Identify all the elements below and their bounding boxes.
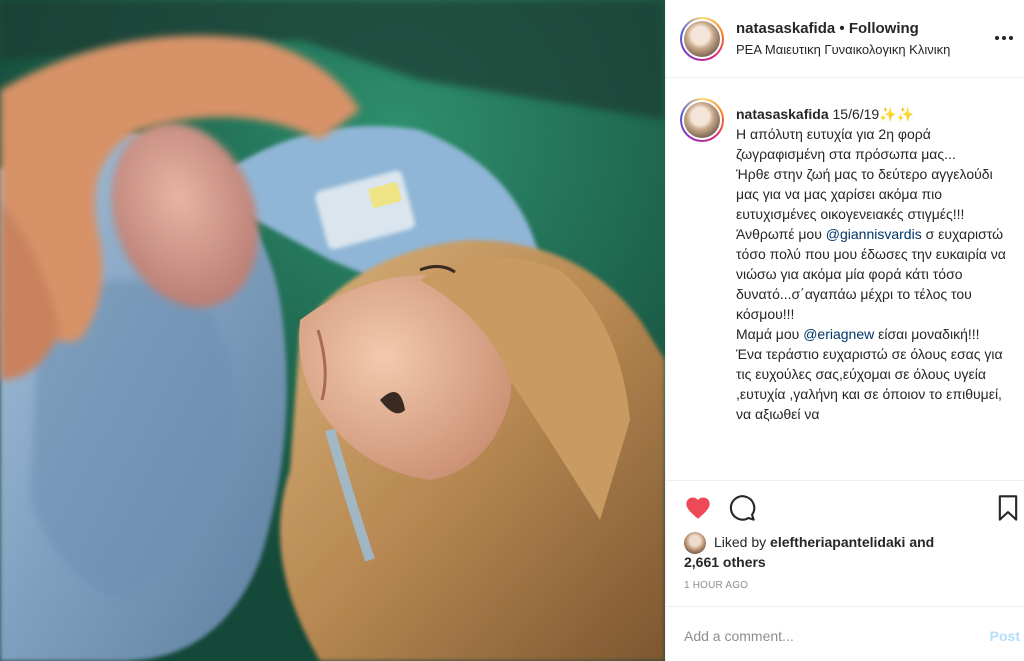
likes-prefix: Liked by [714,534,771,550]
liker-avatar[interactable] [684,532,706,554]
post-side-panel: natasaskafida • Following ΡΕΑ Μαιευτικη … [666,0,1024,661]
mention-link[interactable]: @giannisvardis [826,226,922,242]
follow-status-button[interactable]: Following [849,20,919,37]
mention-link[interactable]: @eriagnew [803,326,874,342]
author-avatar[interactable] [680,17,724,61]
action-bar [666,480,1024,530]
header-separator: • [835,20,849,37]
post-photo[interactable] [0,0,665,661]
header-username-line: natasaskafida • Following [736,20,919,37]
photo-illustration [0,0,665,661]
author-username[interactable]: natasaskafida [736,20,835,37]
comment-box: Post [666,606,1024,661]
post-timestamp[interactable]: 1 hour ago [684,580,748,591]
more-options-icon[interactable] [992,30,1016,46]
liker-username[interactable]: eleftheriapantelidaki [770,534,905,550]
post-header: natasaskafida • Following ΡΕΑ Μαιευτικη … [666,0,1024,78]
bookmark-icon[interactable] [994,494,1022,522]
post-location[interactable]: ΡΕΑ Μαιευτικη Γυναικολογικη Κλινικη [736,42,950,57]
heart-icon[interactable] [684,494,712,522]
comment-input[interactable] [684,625,964,647]
likes-count-button[interactable]: 2,661 others [684,552,766,572]
post-comment-button[interactable]: Post [990,628,1020,644]
post-caption: natasaskafida 15/6/19✨✨ Η απόλυτη ευτυχί… [736,104,1006,424]
caption-avatar[interactable] [680,98,724,142]
likes-conjunction: and [905,534,935,550]
comment-icon[interactable] [728,494,756,522]
caption-text-2: σ ευχαριστώ τόσο πολύ που μου έδωσες την… [736,226,1006,342]
caption-text-1: 15/6/19✨✨ Η απόλυτη ευτυχία για 2η φορά … [736,106,993,242]
comments-area[interactable]: natasaskafida 15/6/19✨✨ Η απόλυτη ευτυχί… [666,79,1024,480]
caption-username[interactable]: natasaskafida [736,106,829,122]
